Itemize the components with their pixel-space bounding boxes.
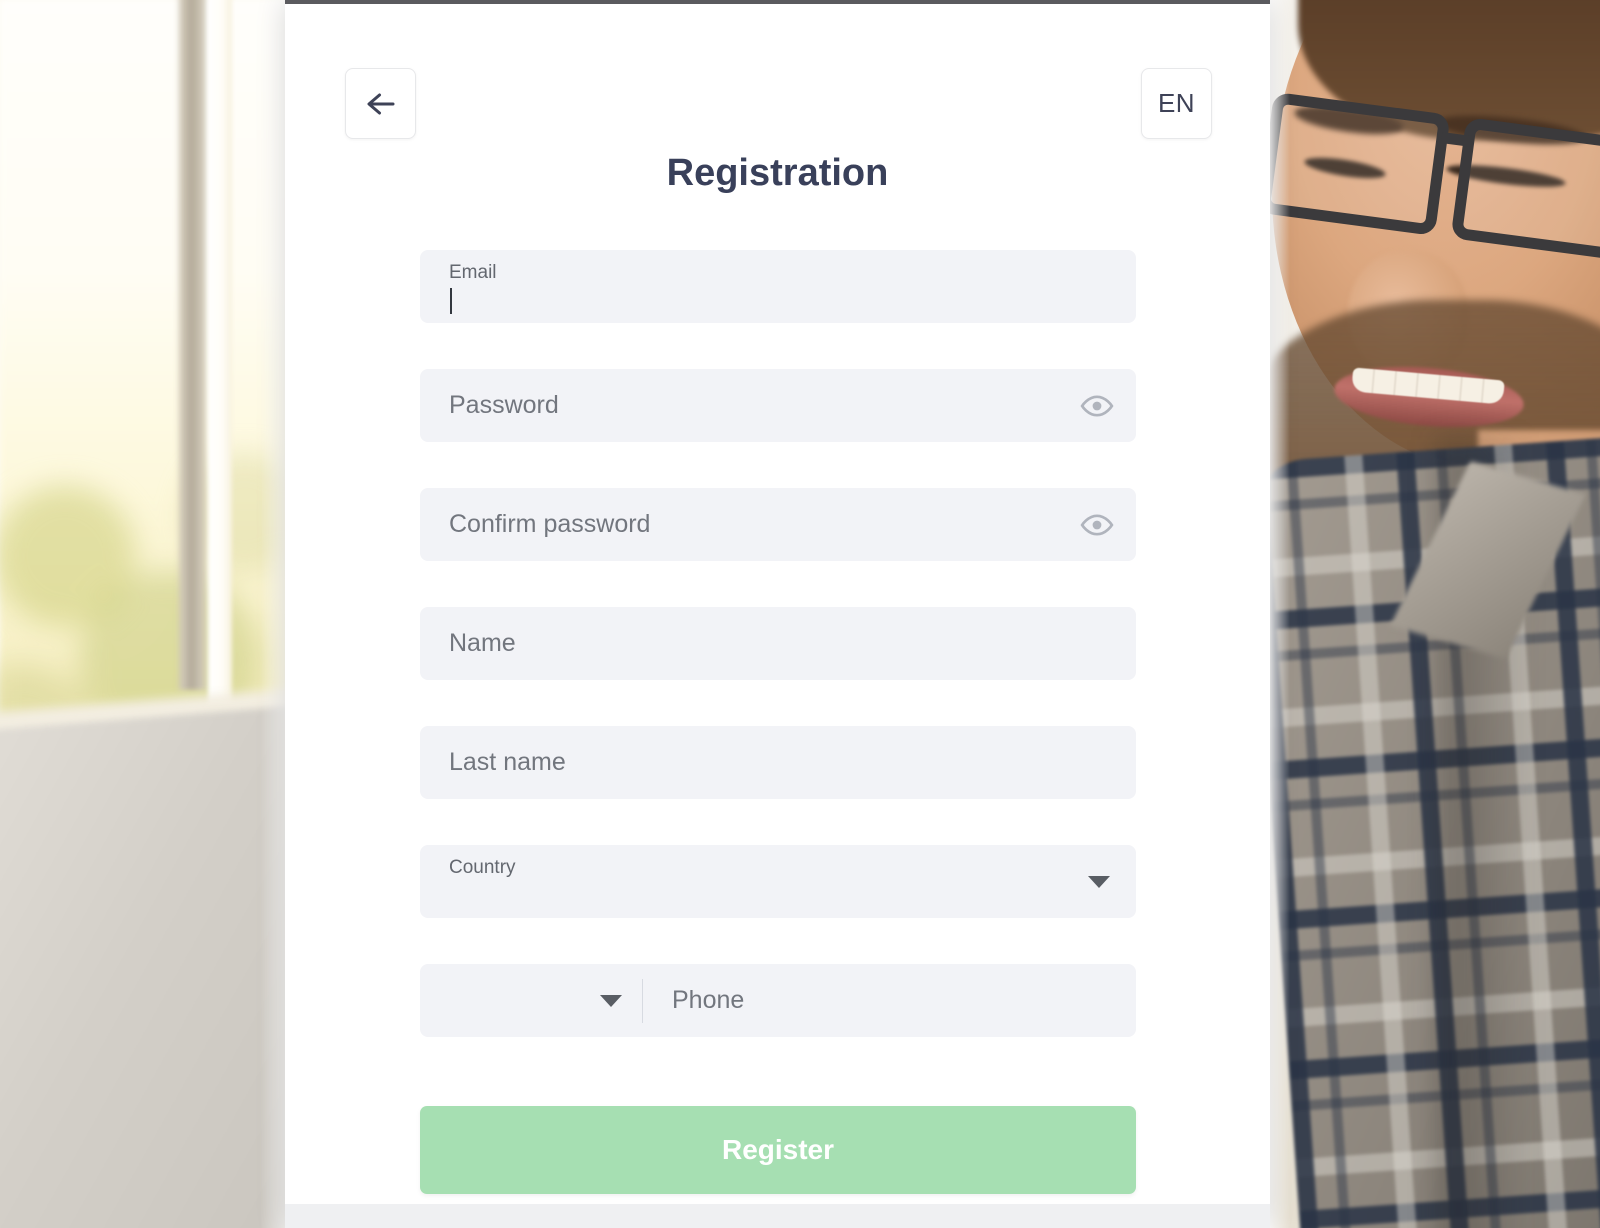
registration-form: Email Password Confirm password Name Las… [420,250,1136,1083]
language-button[interactable]: EN [1141,68,1212,139]
eye-icon[interactable] [1080,508,1114,542]
phone-field-placeholder: Phone [672,986,745,1014]
name-field[interactable]: Name [420,607,1136,680]
last-name-field[interactable]: Last name [420,726,1136,799]
eye-icon[interactable] [1080,389,1114,423]
window-frame-dark [176,0,210,690]
arrow-left-icon [367,93,394,114]
window-frame-light [208,0,232,710]
password-field-placeholder: Password [449,391,559,419]
back-button[interactable] [345,68,416,139]
glasses-lens-right [1450,117,1600,262]
password-field[interactable]: Password [420,369,1136,442]
registration-screen: EN Registration Email Password Confirm p… [0,0,1600,1228]
last-name-field-placeholder: Last name [449,748,566,776]
chevron-down-icon[interactable] [600,994,622,1007]
glasses-lens-left [1268,91,1451,236]
background-photo-left [0,0,300,1228]
email-field[interactable]: Email [420,250,1136,323]
laptop-lid [0,704,300,1228]
right-photo-edge-fade [1268,0,1290,1228]
background-photo-right [1268,0,1600,1228]
card-bottom-strip [285,1204,1270,1228]
phone-country-code-select[interactable] [420,964,642,1037]
registration-card: EN Registration Email Password Confirm p… [285,0,1270,1228]
phone-field[interactable]: Phone [420,964,1136,1037]
card-top-rule [285,0,1270,4]
chevron-down-icon[interactable] [1088,875,1110,888]
page-title: Registration [666,152,889,194]
language-button-label: EN [1157,88,1196,118]
name-field-placeholder: Name [449,629,516,657]
text-caret [450,288,452,314]
confirm-password-field-placeholder: Confirm password [449,510,651,538]
register-button[interactable]: Register [420,1106,1136,1194]
country-select[interactable]: Country [420,845,1136,918]
email-field-label: Email [449,262,497,283]
country-select-label: Country [449,857,516,878]
confirm-password-field[interactable]: Confirm password [420,488,1136,561]
